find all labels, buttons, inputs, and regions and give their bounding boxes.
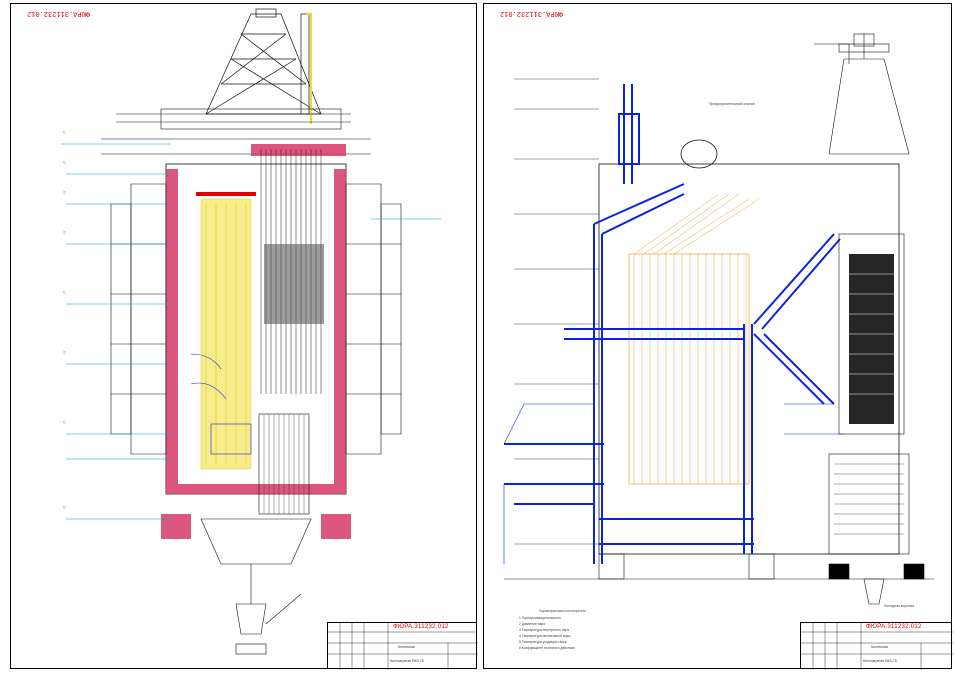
title-block-name: Котельная [398, 645, 415, 649]
boiler-casing [165, 163, 347, 495]
elevation-label: ▽ [63, 506, 66, 510]
legend-item: 3 Температура перегретого пара [519, 628, 570, 632]
elevation-label: ▽ [63, 191, 66, 195]
elevation-label: ▽ [63, 231, 66, 235]
title-block-right: ФЮРА.311232.012 Котельная Котлоагрегат Б… [800, 622, 953, 670]
elevation-label: ▽ [63, 131, 66, 135]
elevation-label: ▽ [63, 291, 66, 295]
legend-item: 4 Температура питательной воды [519, 634, 571, 638]
legend-item: 6 Коэффициент полезного действия [519, 646, 575, 650]
boiler-characteristics-legend: Характеристика котлоагрегата 1 Паропроиз… [519, 609, 659, 659]
legend-item: 5 Температура уходящих газов [519, 640, 567, 644]
boiler-section-drawing [61, 8, 441, 655]
title-block-code: ФЮРА.311232.012 [393, 624, 449, 630]
title-block-code: ФЮРА.311232.012 [866, 624, 922, 630]
title-block-sub: Котлоагрегат БКЗ-75 [390, 659, 424, 663]
elevation-label: ▽ [63, 161, 66, 165]
top-truss [205, 8, 322, 115]
drawing-sheet-left: ФЮРА.311232.012 ▽ ▽ ▽ ▽ ▽ ▽ ▽ ▽ ФЮРА.311… [10, 3, 478, 670]
superheater-tubes [628, 253, 750, 485]
title-block-sub: Котлоагрегат БКЗ-75 [863, 659, 897, 663]
elevation-label: ▽ [63, 421, 66, 425]
legend-title: Характеристика котлоагрегата [539, 609, 586, 613]
title-block-name: Котельная [871, 645, 888, 649]
ash-hopper [200, 518, 312, 655]
elevation-label: ▽ [63, 351, 66, 355]
title-block-left: ФЮРА.311232.012 Котельная Котлоагрегат Б… [327, 622, 478, 670]
drum-callout: Предохранительный клапан [709, 102, 755, 106]
legend-item: 1 Паропроизводительность [519, 616, 562, 620]
legend-item: 2 Давление пара [519, 622, 545, 626]
hopper-callout: Холодная воронка [884, 604, 915, 608]
drawing-sheet-right: ФЮРА.311232.012 Предохранительный клапан… [483, 3, 953, 670]
